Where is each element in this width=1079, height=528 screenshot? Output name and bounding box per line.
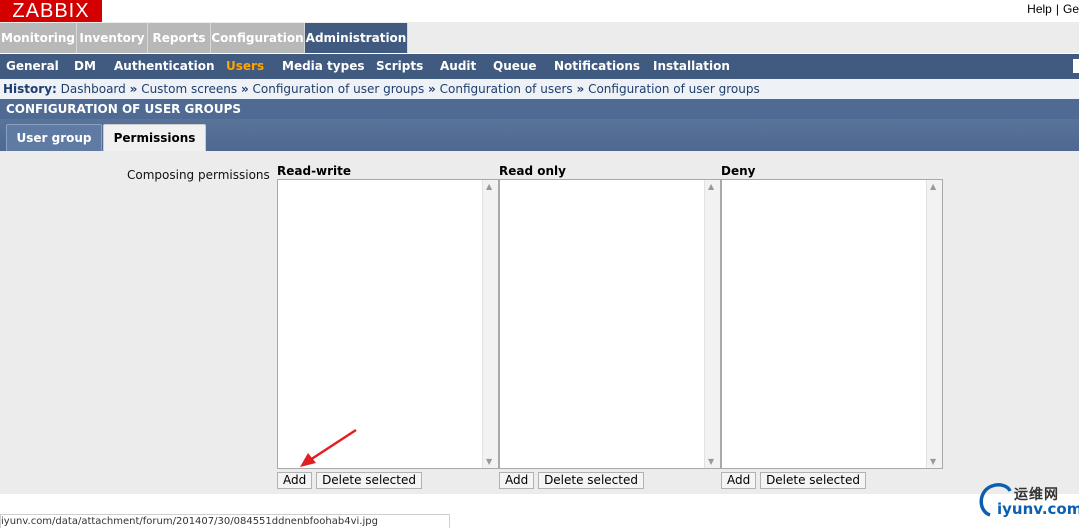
menu-toggle-icon[interactable] xyxy=(1073,59,1079,73)
submenu-installation[interactable]: Installation xyxy=(653,54,730,79)
submenu-authentication[interactable]: Authentication xyxy=(114,54,215,79)
submenu-scripts[interactable]: Scripts xyxy=(376,54,423,79)
history-item-dashboard[interactable]: Dashboard xyxy=(61,82,126,96)
red-arrow-annotation-icon xyxy=(300,428,357,467)
breadcrumb: History: Dashboard » Custom screens » Co… xyxy=(0,79,1079,99)
status-bar-url: iyunv.com/data/attachment/forum/201407/3… xyxy=(0,514,450,528)
submenu-audit[interactable]: Audit xyxy=(440,54,476,79)
top-links: Help | Ge xyxy=(1027,2,1079,16)
tab-user-group[interactable]: User group xyxy=(6,124,102,152)
history-item-custom-screens[interactable]: Custom screens xyxy=(141,82,237,96)
scroll-down-icon[interactable]: ▼ xyxy=(708,457,714,466)
history-item-user-groups[interactable]: Configuration of user groups xyxy=(253,82,425,96)
deny-column: Deny ▲ ▼ Add Delete selected xyxy=(721,164,943,489)
history-item-users[interactable]: Configuration of users xyxy=(440,82,573,96)
menu-reports[interactable]: Reports xyxy=(148,23,211,53)
submenu-general[interactable]: General xyxy=(6,54,59,79)
help-link[interactable]: Help xyxy=(1027,2,1052,16)
watermark-text-domain: iyunv.com xyxy=(997,500,1079,518)
read-only-scrollbar[interactable]: ▲ ▼ xyxy=(704,180,720,468)
submenu-notifications[interactable]: Notifications xyxy=(554,54,640,79)
submenu-media-types[interactable]: Media types xyxy=(282,54,365,79)
submenu-dm[interactable]: DM xyxy=(74,54,96,79)
history-separator: » xyxy=(240,82,249,96)
menu-inventory[interactable]: Inventory xyxy=(77,23,148,53)
read-only-column: Read only ▲ ▼ Add Delete selected xyxy=(499,164,721,489)
tab-permissions[interactable]: Permissions xyxy=(103,124,206,152)
history-label: History: xyxy=(3,82,57,96)
history-separator: » xyxy=(428,82,436,96)
submenu-users[interactable]: Users xyxy=(226,54,264,79)
deny-title: Deny xyxy=(721,164,756,178)
read-write-listbox[interactable]: ▲ ▼ xyxy=(277,179,499,469)
read-write-add-button[interactable]: Add xyxy=(277,472,313,489)
scroll-up-icon[interactable]: ▲ xyxy=(708,182,714,191)
scroll-up-icon[interactable]: ▲ xyxy=(930,182,936,191)
composing-permissions-label: Composing permissions xyxy=(127,168,270,182)
history-separator: » xyxy=(129,82,138,96)
deny-delete-selected-button[interactable]: Delete selected xyxy=(760,472,866,489)
scroll-up-icon[interactable]: ▲ xyxy=(486,182,492,191)
zabbix-logo[interactable]: ZABBIX xyxy=(0,0,102,22)
history-separator: » xyxy=(576,82,585,96)
deny-listbox[interactable]: ▲ ▼ xyxy=(721,179,943,469)
deny-add-button[interactable]: Add xyxy=(721,472,757,489)
top-links-separator: | xyxy=(1055,2,1059,16)
read-only-delete-selected-button[interactable]: Delete selected xyxy=(538,472,644,489)
menu-monitoring[interactable]: Monitoring xyxy=(0,23,77,53)
menu-administration[interactable]: Administration xyxy=(305,23,408,53)
get-support-link[interactable]: Ge xyxy=(1063,2,1079,16)
read-only-listbox[interactable]: ▲ ▼ xyxy=(499,179,721,469)
permissions-form: Composing permissions Read-write ▲ ▼ Add… xyxy=(0,151,1079,494)
deny-scrollbar[interactable]: ▲ ▼ xyxy=(926,180,942,468)
history-item-user-groups-current[interactable]: Configuration of user groups xyxy=(588,82,760,96)
tab-strip: User group Permissions xyxy=(0,119,1079,152)
sub-menu: General DM Authentication Users Media ty… xyxy=(0,54,1079,79)
main-menu: Monitoring Inventory Reports Configurati… xyxy=(0,22,1079,53)
read-only-title: Read only xyxy=(499,164,566,178)
read-only-add-button[interactable]: Add xyxy=(499,472,535,489)
scroll-down-icon[interactable]: ▼ xyxy=(486,457,492,466)
menu-configuration[interactable]: Configuration xyxy=(211,23,305,53)
read-write-scrollbar[interactable]: ▲ ▼ xyxy=(482,180,498,468)
page-title: CONFIGURATION OF USER GROUPS xyxy=(0,99,1079,119)
submenu-queue[interactable]: Queue xyxy=(493,54,537,79)
read-write-title: Read-write xyxy=(277,164,352,178)
top-header: ZABBIX Help | Ge xyxy=(0,0,1079,22)
scroll-down-icon[interactable]: ▼ xyxy=(930,457,936,466)
read-write-delete-selected-button[interactable]: Delete selected xyxy=(316,472,422,489)
